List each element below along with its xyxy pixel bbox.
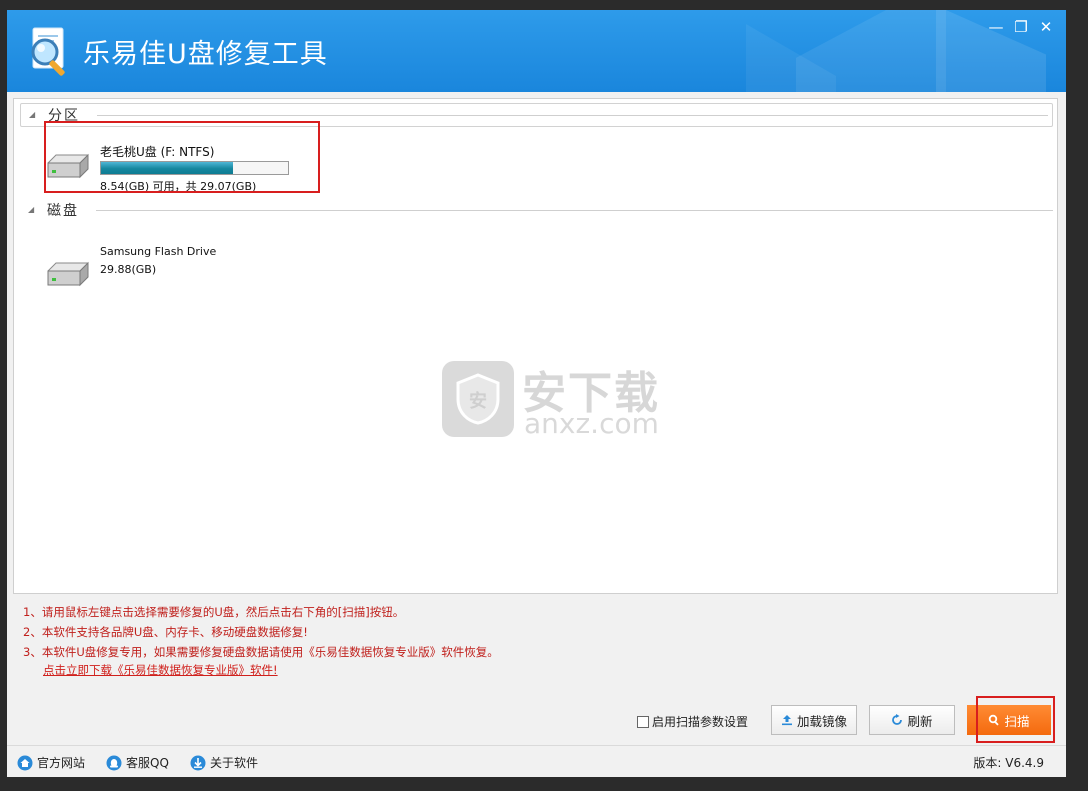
about-label: 关于软件: [210, 756, 259, 770]
refresh-button[interactable]: 刷新: [869, 705, 955, 735]
maximize-button[interactable]: ❐: [1009, 16, 1033, 38]
watermark-badge-text: 安: [469, 390, 487, 412]
group-header-disk[interactable]: ◢ 磁盘: [20, 199, 1053, 221]
checkbox-box[interactable]: [637, 716, 649, 728]
group-label-disk: 磁盘: [47, 203, 79, 219]
disk-item[interactable]: Samsung Flash Drive 29.88(GB): [36, 239, 306, 309]
customer-qq-link[interactable]: 客服QQ: [106, 754, 169, 771]
qq-icon: [106, 755, 122, 770]
divider: [96, 210, 1053, 211]
scan-params-label: 启用扫描参数设置: [652, 715, 749, 729]
instruction-line: 2、本软件支持各品牌U盘、内存卡、移动硬盘数据修复!: [23, 625, 308, 639]
refresh-label: 刷新: [907, 713, 933, 729]
status-bar: 官方网站 客服QQ 关于软件 版本: V6.4.9: [7, 745, 1066, 777]
close-button[interactable]: ✕: [1034, 16, 1058, 38]
title-bar: 乐易佳U盘修复工具 — ❐ ✕: [7, 10, 1066, 92]
app-window: 乐易佳U盘修复工具 — ❐ ✕ ◢ 分区 老毛桃U盘 (F: NTFS) 8.5…: [7, 10, 1066, 777]
collapse-triangle-icon[interactable]: ◢: [29, 110, 35, 119]
scan-params-checkbox[interactable]: 启用扫描参数设置: [637, 713, 748, 730]
instruction-line: 3、本软件U盘修复专用，如果需要修复硬盘数据请使用《乐易佳数据恢复专业版》软件恢…: [23, 645, 499, 659]
customer-qq-label: 客服QQ: [126, 756, 169, 770]
disk-capacity: 29.88(GB): [100, 263, 157, 276]
instruction-line: 1、请用鼠标左键点击选择需要修复的U盘，然后点击右下角的[扫描]按钮。: [23, 605, 405, 619]
official-site-label: 官方网站: [37, 756, 86, 770]
about-link[interactable]: 关于软件: [190, 754, 258, 771]
partition-highlight-box: [44, 121, 320, 193]
disk-name: Samsung Flash Drive: [100, 245, 217, 258]
collapse-triangle-icon[interactable]: ◢: [28, 205, 34, 214]
hard-drive-icon: [47, 261, 89, 287]
magnifier-logo-icon: [31, 27, 65, 76]
load-image-button[interactable]: 加载镜像: [771, 705, 857, 735]
instructions: 1、请用鼠标左键点击选择需要修复的U盘，然后点击右下角的[扫描]按钮。 2、本软…: [23, 602, 499, 662]
scan-highlight-box: [976, 696, 1055, 743]
watermark: 安 安下载 anxz.com: [434, 351, 674, 441]
home-icon: [17, 755, 33, 770]
divider: [97, 115, 1048, 116]
minimize-button[interactable]: —: [984, 16, 1008, 38]
load-image-label: 加载镜像: [796, 713, 847, 729]
official-site-link[interactable]: 官方网站: [17, 754, 85, 771]
version-label: 版本: V6.4.9: [973, 756, 1044, 770]
upload-icon: [781, 715, 792, 726]
watermark-text-en: anxz.com: [524, 407, 659, 440]
drive-list-panel: ◢ 分区 老毛桃U盘 (F: NTFS) 8.54(GB) 可用，共 29.07…: [13, 98, 1058, 594]
refresh-icon: [892, 714, 903, 725]
info-download-icon: [190, 755, 206, 770]
window-title: 乐易佳U盘修复工具: [83, 39, 328, 70]
shield-icon: 安: [456, 373, 500, 425]
download-pro-link[interactable]: 点击立即下载《乐易佳数据恢复专业版》软件!: [43, 662, 278, 678]
